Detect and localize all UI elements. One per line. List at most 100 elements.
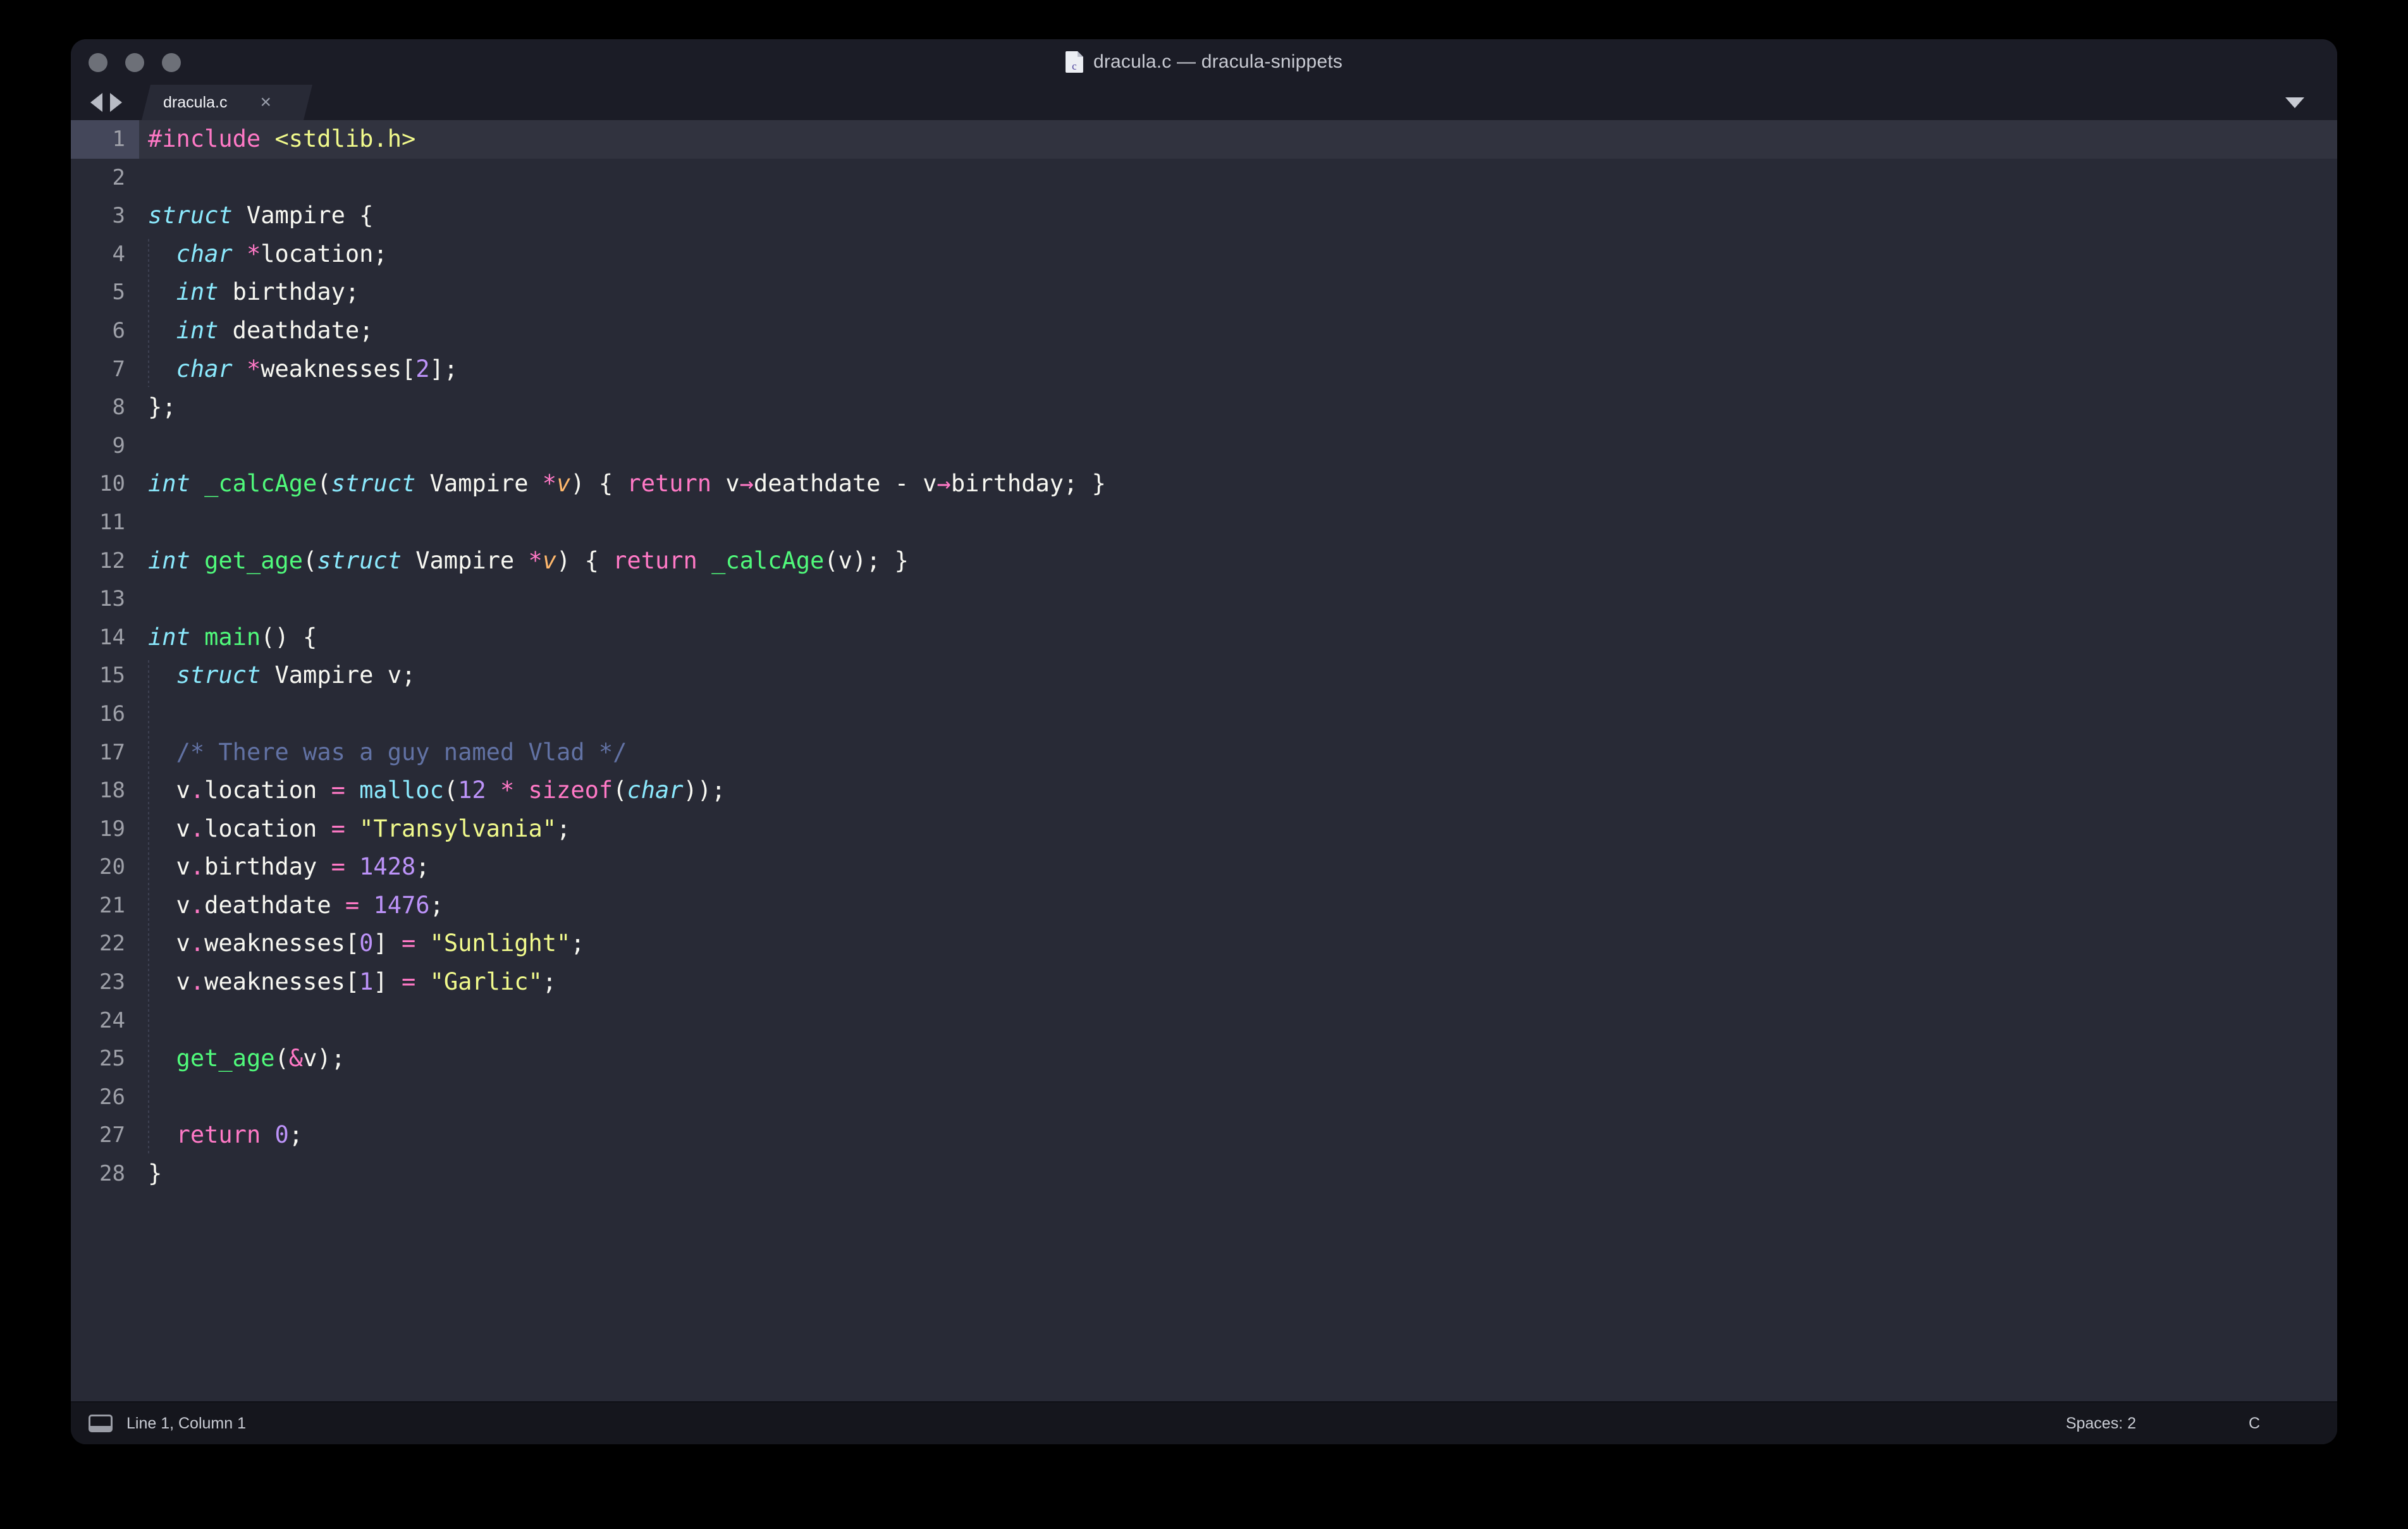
line-content[interactable] <box>139 1078 2337 1117</box>
code-line[interactable]: 16 <box>71 695 2337 734</box>
close-icon[interactable]: × <box>260 93 271 112</box>
line-number: 14 <box>99 624 125 650</box>
line-content[interactable] <box>139 427 2337 465</box>
line-content[interactable]: return 0; <box>139 1116 2337 1155</box>
line-content[interactable] <box>139 695 2337 734</box>
code-token: int <box>148 623 190 651</box>
triangle-left-icon[interactable] <box>90 93 102 112</box>
line-content[interactable]: char *weaknesses[2]; <box>139 350 2337 389</box>
line-content[interactable]: #include <stdlib.h> <box>139 120 2337 159</box>
code-line[interactable]: 1 #include <stdlib.h> <box>71 120 2337 159</box>
code-token: ( <box>317 470 331 498</box>
line-content[interactable]: v.birthday = 1428; <box>139 848 2337 887</box>
line-content[interactable]: struct Vampire { <box>139 197 2337 235</box>
code-line[interactable]: 21 v.deathdate = 1476; <box>71 887 2337 925</box>
line-content[interactable]: v.location = "Transylvania"; <box>139 810 2337 849</box>
code-token: 1428 <box>359 853 416 881</box>
triangle-right-icon[interactable] <box>110 93 122 112</box>
line-content[interactable]: int get_age(struct Vampire *v) { return … <box>139 542 2337 580</box>
code-line[interactable]: 5 int birthday; <box>71 273 2337 312</box>
code-line[interactable]: 3 struct Vampire { <box>71 197 2337 235</box>
line-content[interactable] <box>139 580 2337 618</box>
syntax-mode-status[interactable]: C <box>2249 1415 2260 1433</box>
code-line[interactable]: 2 <box>71 159 2337 197</box>
code-line[interactable]: 14 int main() { <box>71 618 2337 657</box>
code-token: struct <box>317 546 402 574</box>
code-token: v <box>148 891 190 919</box>
code-line[interactable]: 26 <box>71 1078 2337 1117</box>
line-number: 13 <box>99 586 125 612</box>
code-line[interactable]: 15 struct Vampire v; <box>71 656 2337 695</box>
code-token: } <box>148 1160 163 1188</box>
code-token: /* There was a guy named Vlad */ <box>176 738 627 766</box>
code-line[interactable]: 27 return 0; <box>71 1116 2337 1155</box>
code-line[interactable]: 19 v.location = "Transylvania"; <box>71 810 2337 849</box>
line-content[interactable] <box>139 503 2337 542</box>
line-content[interactable]: struct Vampire v; <box>139 656 2337 695</box>
code-line[interactable]: 4 char *location; <box>71 235 2337 274</box>
code-token: ( <box>443 777 458 804</box>
line-content[interactable] <box>139 159 2337 197</box>
code-token: #include <box>148 125 275 152</box>
code-line[interactable]: 7 char *weaknesses[2]; <box>71 350 2337 389</box>
chevron-down-icon[interactable] <box>2285 97 2304 108</box>
line-content[interactable]: int deathdate; <box>139 312 2337 350</box>
code-token: . <box>190 853 205 881</box>
line-content[interactable]: v.weaknesses[0] = "Sunlight"; <box>139 924 2337 963</box>
code-line[interactable]: 9 <box>71 427 2337 465</box>
line-content[interactable]: } <box>139 1155 2337 1193</box>
code-token: malloc <box>359 777 444 804</box>
line-content[interactable]: char *location; <box>139 235 2337 274</box>
line-number: 25 <box>99 1046 125 1072</box>
code-line[interactable]: 17 /* There was a guy named Vlad */ <box>71 734 2337 772</box>
code-line[interactable]: 6 int deathdate; <box>71 312 2337 350</box>
code-token: → <box>739 470 754 498</box>
code-line[interactable]: 23 v.weaknesses[1] = "Garlic"; <box>71 963 2337 1002</box>
code-token: location; <box>261 240 388 267</box>
line-content[interactable]: }; <box>139 388 2337 427</box>
code-token: = <box>331 777 345 804</box>
code-token: * <box>246 355 261 383</box>
code-line[interactable]: 10 int _calcAge(struct Vampire *v) { retu… <box>71 465 2337 503</box>
console-panel-icon[interactable] <box>89 1415 113 1432</box>
code-token: v <box>556 470 571 498</box>
code-line[interactable]: 11 <box>71 503 2337 542</box>
line-number: 5 <box>112 279 125 305</box>
code-token: = <box>331 814 345 842</box>
line-content[interactable]: v.location = malloc(12 * sizeof(char)); <box>139 771 2337 810</box>
tab-dracula-c[interactable]: dracula.c × <box>142 85 312 120</box>
code-token: v <box>148 777 190 804</box>
code-token: ) { <box>556 546 613 574</box>
code-token: = <box>345 891 360 919</box>
line-content[interactable]: int main() { <box>139 618 2337 657</box>
code-editor[interactable]: 1 #include <stdlib.h> 2 3 struct Vampire {4 … <box>71 120 2337 1401</box>
code-line[interactable]: 18 v.location = malloc(12 * sizeof(char)… <box>71 771 2337 810</box>
line-content[interactable]: int _calcAge(struct Vampire *v) { return… <box>139 465 2337 503</box>
code-line[interactable]: 24 <box>71 1002 2337 1040</box>
code-token: * <box>246 240 261 267</box>
code-token: Vampire <box>415 470 543 498</box>
line-content[interactable] <box>139 1002 2337 1040</box>
code-line[interactable]: 28} <box>71 1155 2337 1193</box>
line-number: 15 <box>99 663 125 689</box>
indentation-status[interactable]: Spaces: 2 <box>2066 1415 2136 1433</box>
line-content[interactable]: get_age(&v); <box>139 1040 2337 1078</box>
code-token: ; <box>429 891 444 919</box>
line-content[interactable]: int birthday; <box>139 273 2337 312</box>
code-line[interactable]: 8}; <box>71 388 2337 427</box>
line-content[interactable]: v.deathdate = 1476; <box>139 887 2337 925</box>
code-line[interactable]: 22 v.weaknesses[0] = "Sunlight"; <box>71 924 2337 963</box>
window-title: dracula.c — dracula-snippets <box>1093 51 1343 72</box>
code-line[interactable]: 12 int get_age(struct Vampire *v) { retur… <box>71 542 2337 580</box>
code-line[interactable]: 13 <box>71 580 2337 618</box>
code-line[interactable]: 25 get_age(&v); <box>71 1040 2337 1078</box>
code-line[interactable]: 20 v.birthday = 1428; <box>71 848 2337 887</box>
line-content[interactable]: v.weaknesses[1] = "Garlic"; <box>139 963 2337 1002</box>
line-number: 1 <box>71 120 139 159</box>
line-content[interactable]: /* There was a guy named Vlad */ <box>139 734 2337 772</box>
